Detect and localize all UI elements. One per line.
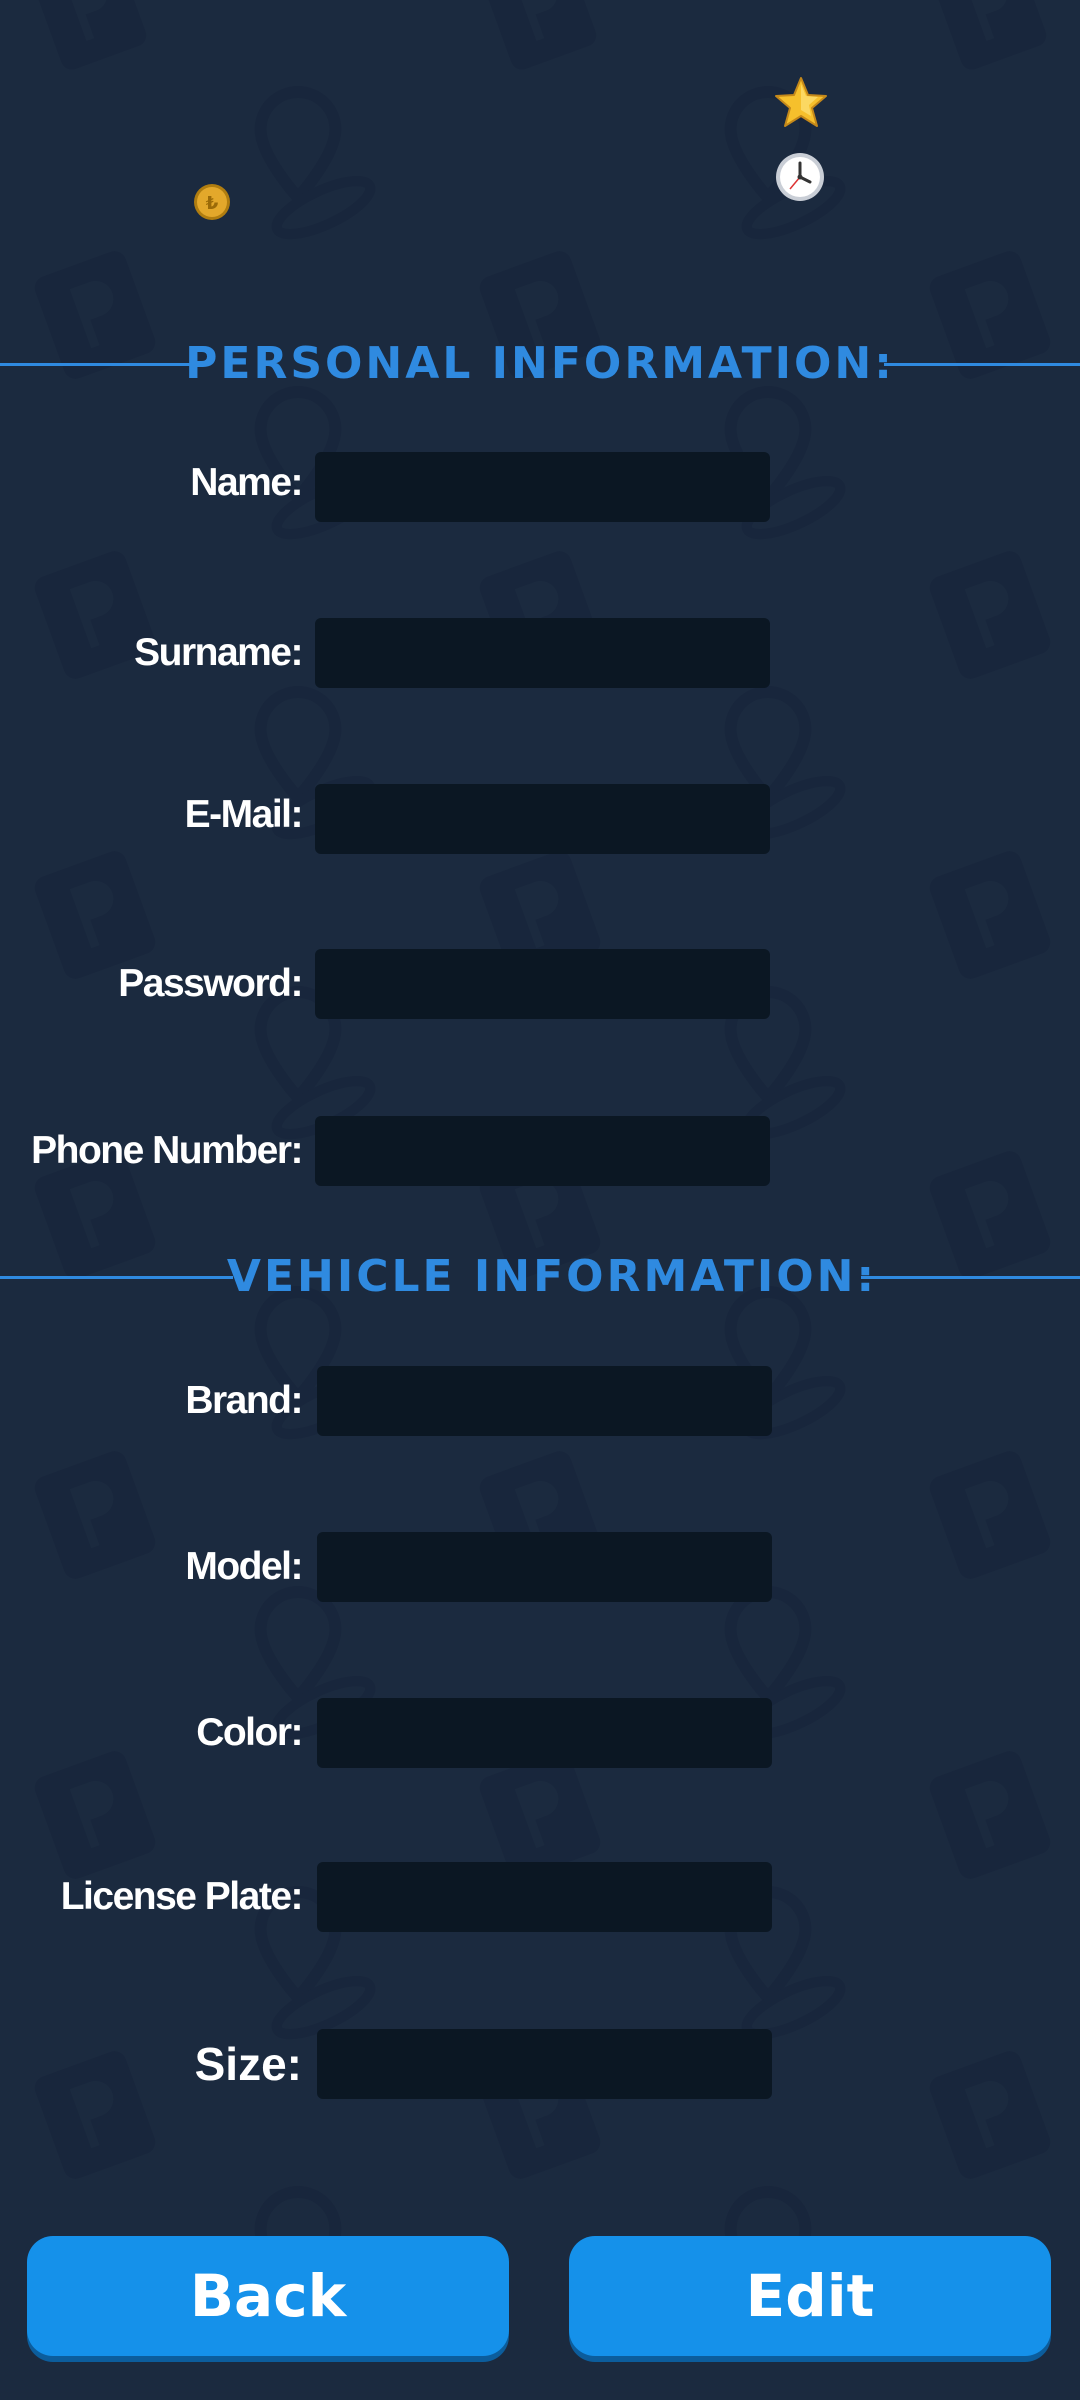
color-field[interactable]: [317, 1698, 772, 1768]
parking-icon: [929, 1451, 1051, 1579]
parking-icon: [933, 0, 1047, 70]
location-pin-icon: [254, 86, 376, 240]
parking-icon: [483, 0, 597, 70]
parking-icon: [929, 551, 1051, 679]
model-field[interactable]: [317, 1532, 772, 1602]
edit-button[interactable]: Edit: [569, 2236, 1051, 2356]
size-label: Size:: [194, 2038, 302, 2090]
license-plate-field[interactable]: [317, 1862, 772, 1932]
coin-icon: ₺: [193, 183, 231, 226]
parking-icon: [929, 851, 1051, 979]
color-label: Color:: [196, 1711, 303, 1754]
section-title: VEHICLE INFORMATION:: [226, 1251, 878, 1302]
brand-field[interactable]: [317, 1366, 772, 1436]
surname-field[interactable]: [315, 618, 770, 688]
model-label: Model:: [185, 1545, 303, 1588]
phone-number-label: Phone Number:: [31, 1129, 303, 1172]
star-icon: [773, 75, 829, 136]
phone-number-field[interactable]: [315, 1116, 770, 1186]
password-field[interactable]: [315, 949, 770, 1019]
personal-info-header: PERSONAL INFORMATION:: [0, 334, 1080, 394]
password-label: Password:: [118, 962, 303, 1005]
surname-label: Surname:: [134, 631, 303, 674]
svg-text:₺: ₺: [206, 193, 219, 214]
size-field[interactable]: [317, 2029, 772, 2099]
brand-label: Brand:: [185, 1379, 303, 1422]
name-field[interactable]: [315, 452, 770, 522]
parking-icon: [929, 2051, 1051, 2179]
section-title: PERSONAL INFORMATION:: [185, 338, 895, 389]
back-button[interactable]: Back: [27, 2236, 509, 2356]
clock-icon: [774, 151, 826, 208]
vehicle-info-header: VEHICLE INFORMATION:: [0, 1247, 1080, 1307]
license-plate-label: License Plate:: [60, 1875, 304, 1918]
email-field[interactable]: [315, 784, 770, 854]
email-label: E-Mail:: [184, 793, 304, 836]
name-label: Name:: [190, 461, 303, 504]
parking-icon: [929, 1751, 1051, 1879]
parking-icon: [33, 0, 147, 70]
